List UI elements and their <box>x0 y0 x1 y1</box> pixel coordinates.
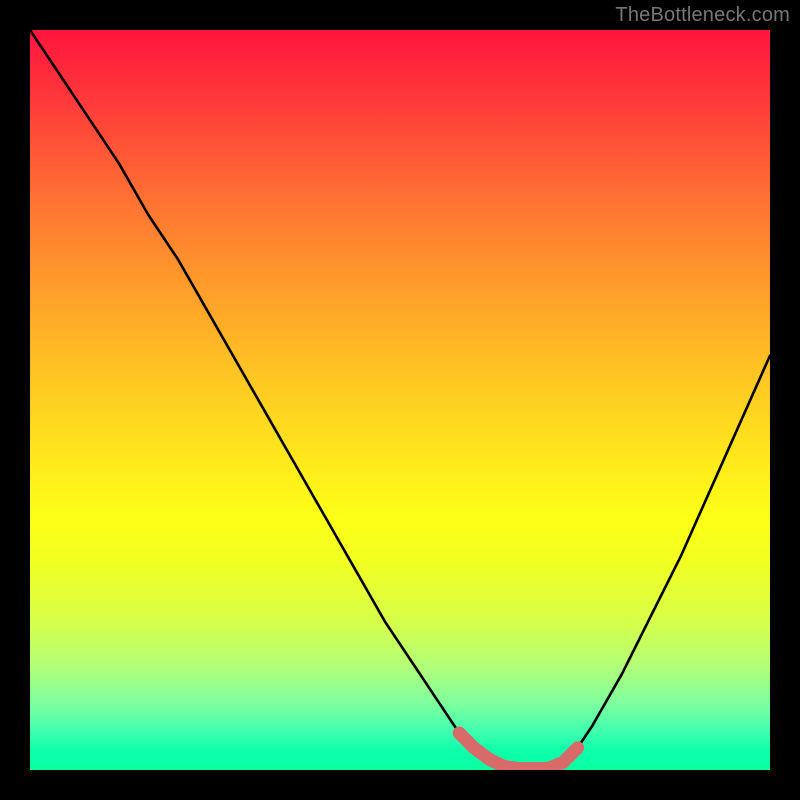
watermark-text: TheBottleneck.com <box>615 4 790 27</box>
bottleneck-curve <box>30 30 770 769</box>
plot-area <box>30 30 770 770</box>
highlight-segment <box>459 733 577 769</box>
chart-frame: TheBottleneck.com <box>0 0 800 800</box>
curve-layer <box>30 30 770 770</box>
